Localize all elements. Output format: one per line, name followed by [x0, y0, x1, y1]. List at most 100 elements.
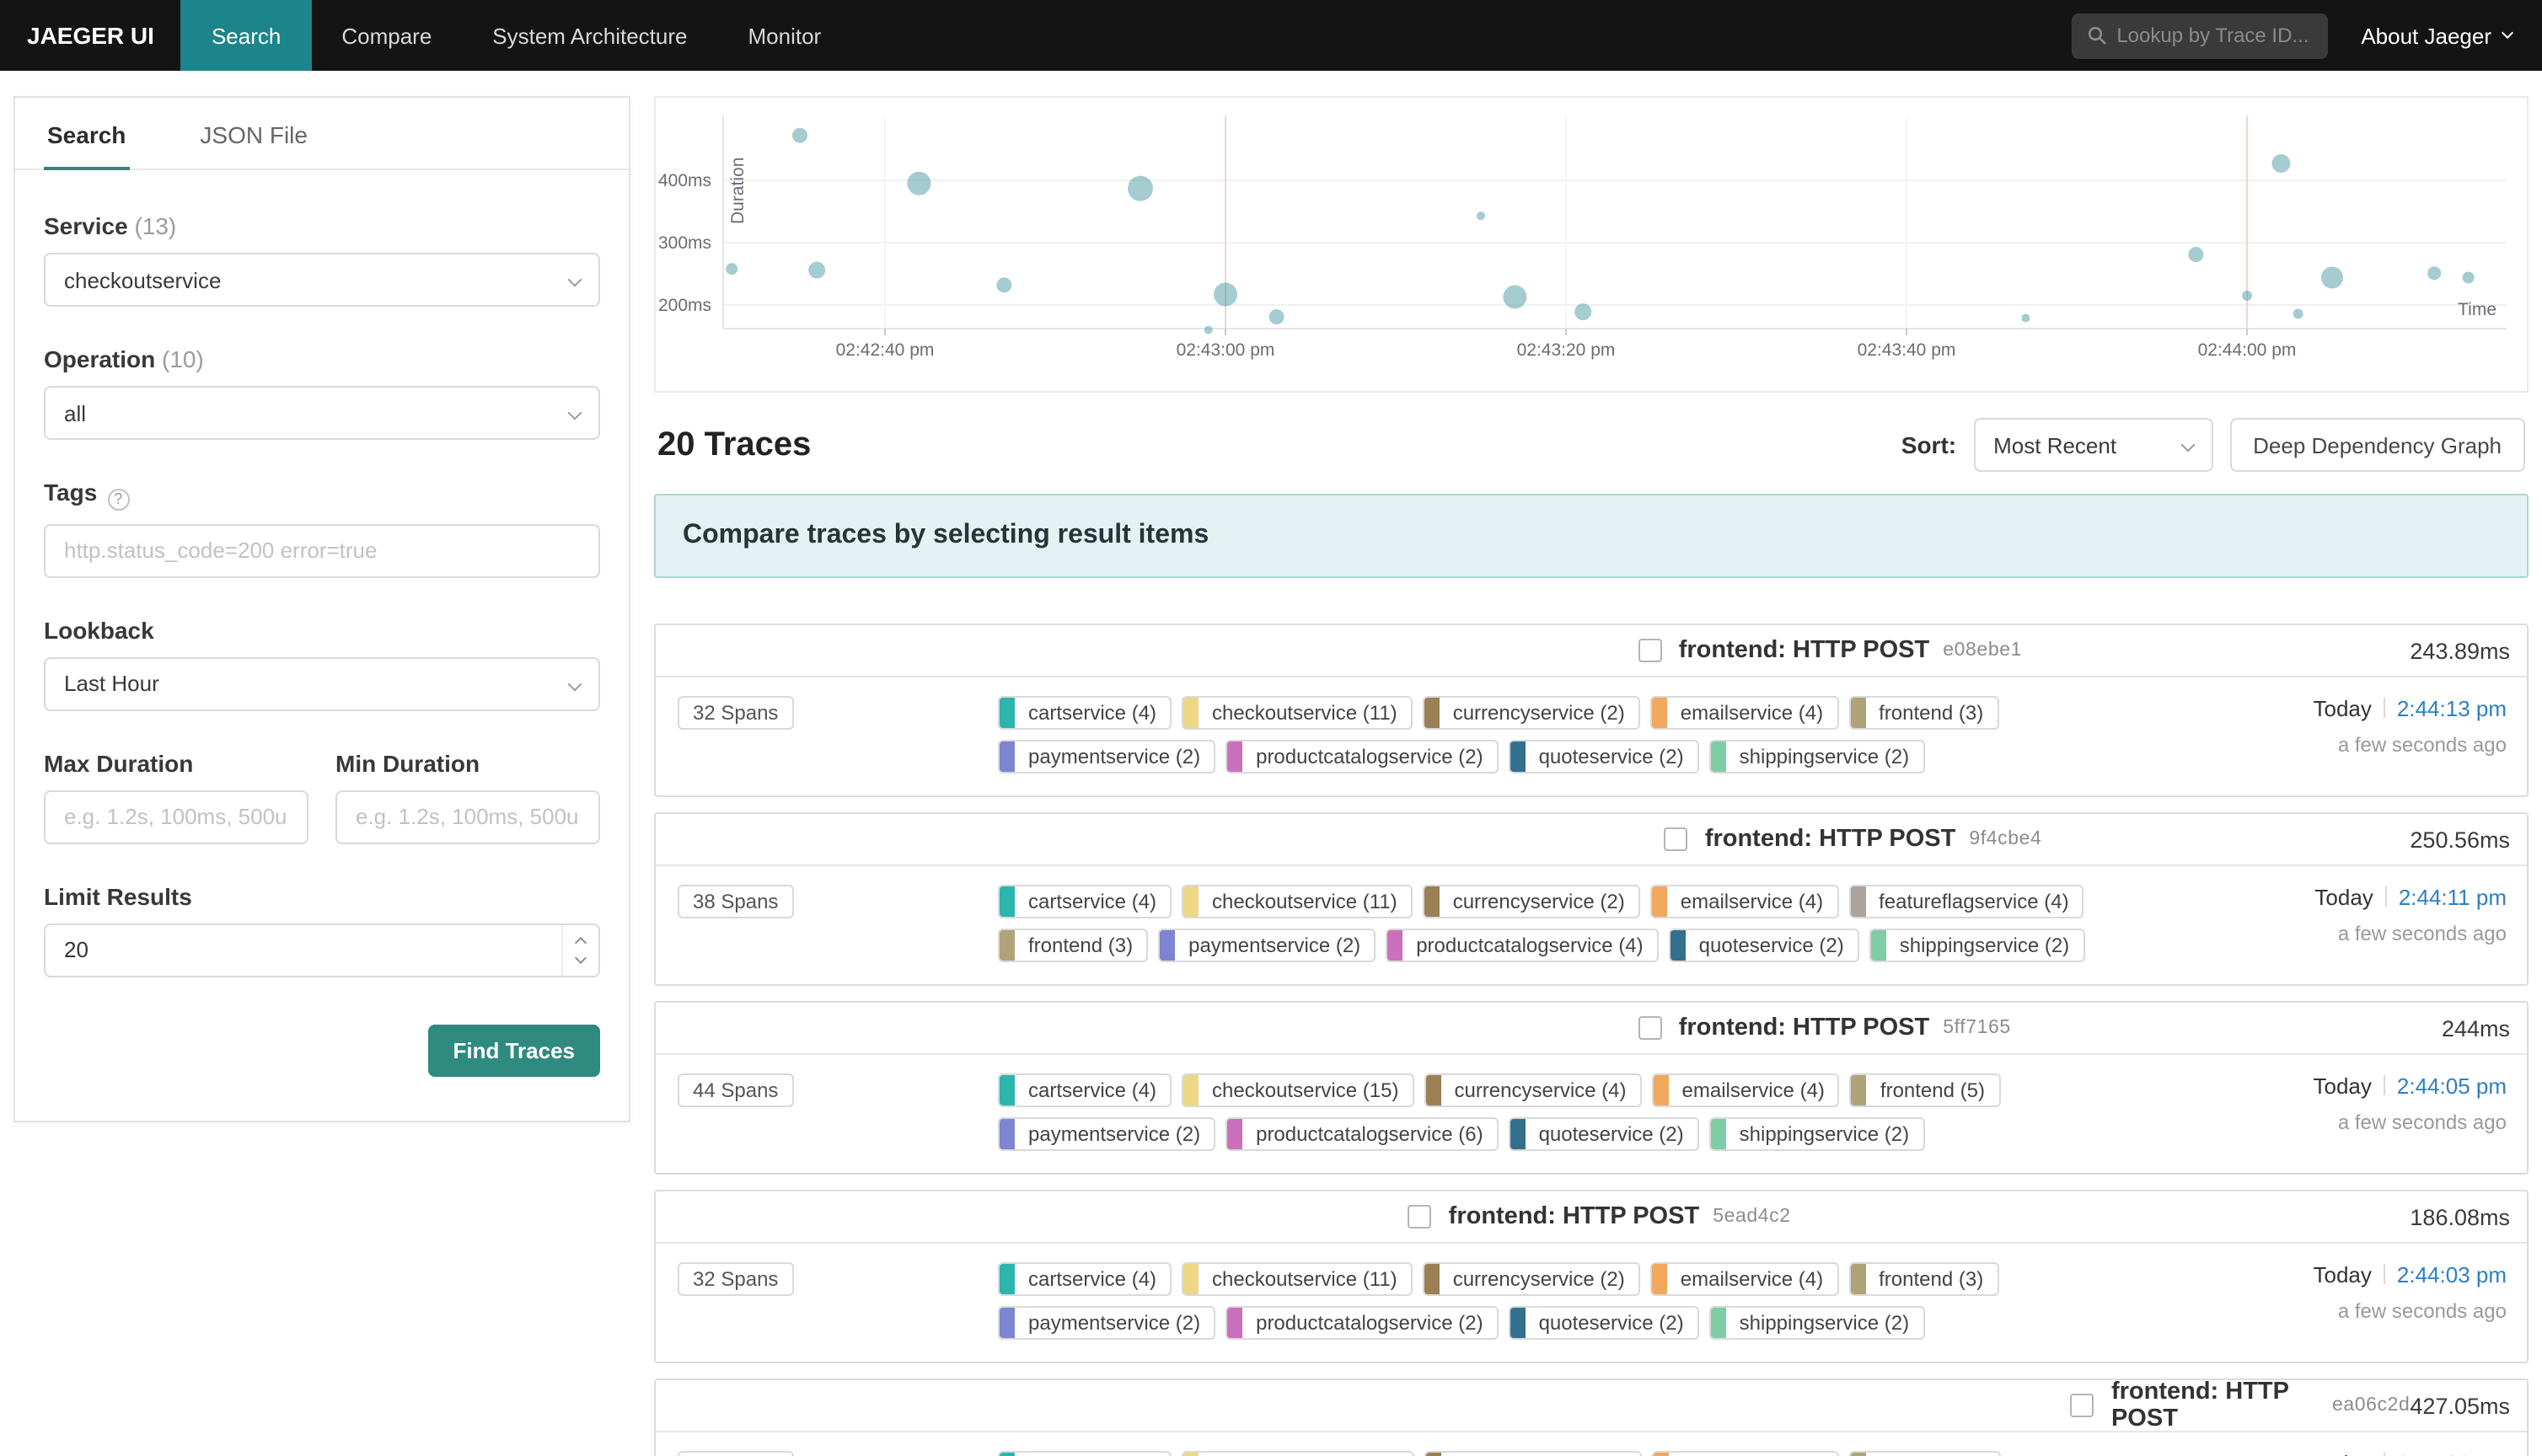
sort-select[interactable]: Most Recent — [1973, 418, 2212, 472]
service-tag: emailservice (4) — [1650, 1262, 1838, 1296]
trace-point[interactable] — [2321, 266, 2343, 288]
trace-point[interactable] — [1477, 211, 1485, 220]
trace-point[interactable] — [996, 277, 1011, 292]
results-column: 400ms300ms200ms02:42:40 pm02:43:00 pm02:… — [654, 96, 2529, 1456]
trace-point[interactable] — [1214, 282, 1237, 306]
trace-select-checkbox[interactable] — [1665, 827, 1688, 851]
max-duration-input[interactable] — [44, 790, 308, 843]
about-jaeger-label: About Jaeger — [2361, 23, 2491, 48]
duration-scatter-chart[interactable]: 400ms300ms200ms02:42:40 pm02:43:00 pm02:… — [654, 96, 2529, 393]
about-jaeger-menu[interactable]: About Jaeger — [2361, 23, 2512, 48]
trace-select-checkbox[interactable] — [1408, 1205, 1432, 1228]
lookback-select-value: Last Hour — [64, 671, 159, 696]
trace-point[interactable] — [2242, 291, 2252, 301]
limit-results-input[interactable] — [44, 923, 600, 977]
trace-title[interactable]: frontend: HTTP POST — [1679, 1014, 1930, 1041]
trace-result-card[interactable]: frontend: HTTP POST 5ff7165 244ms 44 Spa… — [654, 1001, 2529, 1175]
trace-point[interactable] — [2293, 308, 2303, 318]
trace-id: ea06c2d — [2332, 1395, 2410, 1416]
service-select[interactable]: checkoutservice — [44, 253, 600, 307]
nav-tab-monitor[interactable]: Monitor — [718, 0, 852, 71]
trace-card-header[interactable]: frontend: HTTP POST e08ebe1 243.89ms — [656, 625, 2527, 677]
service-color-swatch — [1000, 698, 1015, 728]
trace-point[interactable] — [907, 172, 930, 195]
trace-select-checkbox[interactable] — [1638, 1016, 1662, 1040]
trace-card-body: 32 Spans cartservice (4)checkoutservice … — [656, 677, 2527, 795]
trace-title[interactable]: frontend: HTTP POST — [1449, 1203, 1700, 1230]
service-color-swatch — [1671, 930, 1686, 961]
service-tag-label: productcatalogservice (2) — [1242, 1308, 1496, 1338]
trace-point[interactable] — [1204, 326, 1213, 335]
operation-select[interactable]: all — [44, 386, 600, 440]
service-tags: cartservice (4)checkoutservice (11)curre… — [998, 885, 2212, 962]
trace-card-header[interactable]: frontend: HTTP POST 9f4cbe4 250.56ms — [656, 814, 2527, 866]
chevron-down-icon[interactable] — [575, 951, 587, 963]
trace-point[interactable] — [1269, 309, 1284, 324]
trace-title[interactable]: frontend: HTTP POST — [1679, 637, 1930, 664]
trace-card-header[interactable]: frontend: HTTP POST ea06c2d 427.05ms — [656, 1380, 2527, 1432]
compare-banner: Compare traces by selecting result items — [654, 494, 2529, 578]
service-tag-label: shippingservice (2) — [1886, 930, 2083, 961]
service-color-swatch — [1852, 1075, 1867, 1105]
trace-point[interactable] — [2427, 266, 2441, 280]
service-color-swatch — [1652, 1264, 1667, 1294]
service-color-swatch — [1852, 1453, 1867, 1456]
y-tick-label: 400ms — [658, 171, 711, 190]
service-tag-label: frontend (3) — [1015, 930, 1146, 961]
trace-point[interactable] — [1503, 285, 1526, 308]
trace-result-card[interactable]: frontend: HTTP POST e08ebe1 243.89ms 32 … — [654, 624, 2529, 797]
scatter-plot[interactable]: 400ms300ms200ms02:42:40 pm02:43:00 pm02:… — [656, 103, 2527, 389]
find-traces-button[interactable]: Find Traces — [428, 1024, 601, 1076]
service-tag: checkoutservice (11) — [1182, 696, 1413, 730]
sidebar-tab-search[interactable]: Search — [44, 98, 129, 170]
trace-title[interactable]: frontend: HTTP POST — [2111, 1380, 2319, 1432]
service-tag: productcatalogservice (4) — [1386, 929, 1658, 962]
trace-point[interactable] — [792, 128, 807, 143]
trace-select-checkbox[interactable] — [1638, 639, 1662, 662]
trace-point[interactable] — [1574, 303, 1591, 320]
service-tag-label: productcatalogservice (6) — [1242, 1119, 1496, 1149]
service-color-swatch — [1183, 698, 1199, 728]
service-tag: shippingservice (2) — [1869, 929, 2084, 962]
trace-title[interactable]: frontend: HTTP POST — [1705, 826, 1956, 853]
trace-result-card[interactable]: frontend: HTTP POST ea06c2d 427.05ms 38 … — [654, 1378, 2529, 1456]
trace-result-card[interactable]: frontend: HTTP POST 9f4cbe4 250.56ms 38 … — [654, 812, 2529, 986]
trace-point[interactable] — [726, 263, 737, 275]
x-tick-label: 02:44:00 pm — [2198, 340, 2297, 360]
tags-input[interactable] — [44, 523, 600, 577]
trace-select-checkbox[interactable] — [2071, 1394, 2094, 1417]
trace-point[interactable] — [2271, 154, 2290, 173]
trace-time: 2:44:03 pm — [2397, 1262, 2507, 1287]
min-duration-input[interactable] — [335, 790, 600, 843]
nav-tab-system-architecture[interactable]: System Architecture — [462, 0, 717, 71]
help-question-icon[interactable] — [107, 488, 129, 510]
trace-timestamps: Today2:44:11 pm a few seconds ago — [2314, 885, 2510, 945]
sort-select-value: Most Recent — [1993, 432, 2116, 458]
span-count-chip: 38 Spans — [678, 885, 793, 918]
app-logo[interactable]: JAEGER UI — [0, 22, 181, 49]
service-tag-label: shippingservice (2) — [1726, 1119, 1923, 1149]
nav-tab-search[interactable]: Search — [181, 0, 311, 71]
sidebar-tab-json-file[interactable]: JSON File — [196, 98, 311, 169]
trace-point[interactable] — [2021, 314, 2030, 323]
service-tag-label: currencyservice (2) — [1440, 1264, 1638, 1294]
trace-point[interactable] — [2188, 247, 2203, 262]
divider — [2384, 1264, 2385, 1284]
service-color-swatch — [1000, 1453, 1015, 1456]
trace-point[interactable] — [1128, 176, 1153, 201]
chevron-up-icon[interactable] — [575, 936, 587, 948]
deep-dependency-graph-button[interactable]: Deep Dependency Graph — [2229, 418, 2525, 472]
service-color-swatch — [1000, 930, 1015, 961]
service-color-swatch — [1424, 1264, 1440, 1294]
trace-point[interactable] — [808, 262, 825, 279]
lookback-select[interactable]: Last Hour — [44, 656, 600, 710]
span-count-chip: 32 Spans — [678, 696, 793, 730]
trace-card-body: 38 Spans cartservice (4)checkoutservice … — [656, 866, 2527, 984]
trace-card-header[interactable]: frontend: HTTP POST 5ead4c2 186.08ms — [656, 1191, 2527, 1244]
trace-card-header[interactable]: frontend: HTTP POST 5ff7165 244ms — [656, 1003, 2527, 1055]
nav-tab-compare[interactable]: Compare — [311, 0, 462, 71]
trace-result-card[interactable]: frontend: HTTP POST 5ead4c2 186.08ms 32 … — [654, 1190, 2529, 1363]
number-stepper[interactable] — [561, 924, 598, 975]
trace-lookup-input[interactable] — [2116, 24, 2312, 47]
trace-point[interactable] — [2463, 271, 2475, 283]
